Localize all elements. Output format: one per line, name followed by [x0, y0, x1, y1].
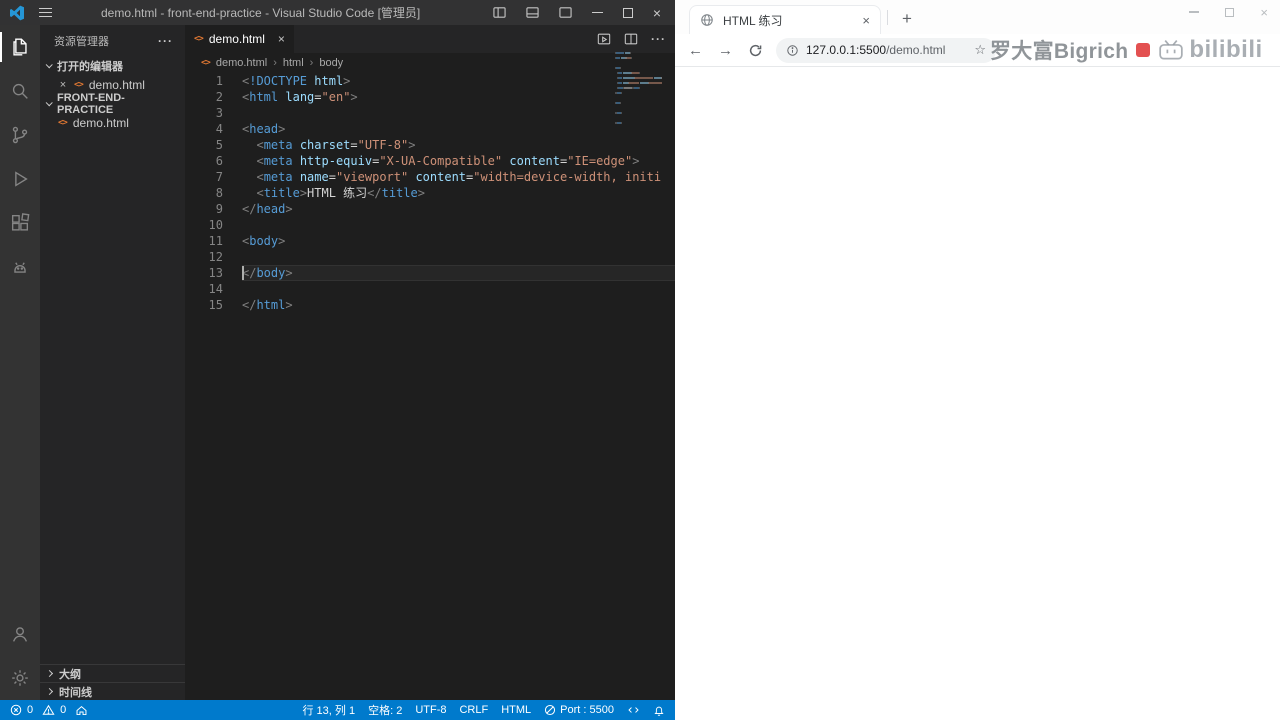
forward-button[interactable]: → [713, 38, 738, 63]
new-tab-button[interactable]: + [894, 6, 920, 32]
window-title: demo.html - front-end-practice - Visual … [101, 6, 421, 20]
breadcrumb[interactable]: <> demo.html › html › body [185, 53, 675, 73]
chevron-right-icon [45, 669, 54, 678]
language-mode[interactable]: HTML [501, 704, 531, 716]
tab-close-icon[interactable]: × [862, 13, 870, 28]
html-file-icon: <> [201, 58, 211, 68]
vscode-logo-icon [10, 5, 24, 20]
warning-count[interactable]: 0 [60, 704, 66, 716]
error-count[interactable]: 0 [27, 704, 33, 716]
html-file-icon: <> [74, 79, 84, 90]
source-control-icon[interactable] [0, 113, 40, 157]
activity-bar [0, 25, 40, 700]
open-editors-section[interactable]: 打开的编辑器 [40, 56, 185, 75]
split-layout-icon[interactable] [526, 6, 539, 19]
minimize-button[interactable] [591, 11, 603, 14]
browser-close-button[interactable]: × [1260, 5, 1268, 20]
close-button[interactable]: × [653, 6, 661, 20]
globe-favicon [701, 14, 713, 26]
url-text[interactable]: 127.0.0.1:5500/demo.html [806, 43, 945, 57]
customize-layout-icon[interactable] [559, 6, 572, 19]
minimap[interactable] [615, 52, 662, 127]
bookmark-star-icon[interactable]: ☆ [974, 42, 986, 58]
site-info-icon[interactable] [786, 44, 799, 57]
vscode-titlebar: demo.html - front-end-practice - Visual … [0, 0, 675, 25]
html-file-icon: <> [58, 117, 68, 128]
accounts-icon[interactable] [0, 612, 40, 656]
chevron-right-icon [45, 687, 54, 696]
editor-area: <> demo.html × ··· <> demo.html › html ›… [185, 25, 675, 700]
android-emulator-icon[interactable] [0, 245, 40, 289]
home-icon[interactable] [75, 704, 88, 717]
maximize-button[interactable] [622, 7, 633, 18]
browser-window: HTML 练习 × + × ← → 127.0.0.1:5500/demo.ht… [675, 0, 1280, 720]
browser-tab[interactable]: HTML 练习 × [689, 5, 881, 34]
errors-icon[interactable] [10, 704, 22, 716]
outline-pane-header[interactable]: 大纲 [40, 664, 185, 682]
browser-maximize-button[interactable] [1225, 7, 1235, 17]
screenshot-root: demo.html - front-end-practice - Visual … [0, 0, 1280, 720]
explorer-more-actions[interactable]: ··· [158, 34, 173, 48]
folder-section-front-end-practice[interactable]: FRONT-END-PRACTICE [40, 92, 185, 116]
reload-button[interactable] [743, 38, 768, 63]
cursor-position[interactable]: 行 13, 列 1 [303, 702, 356, 718]
editor-tab-bar: <> demo.html × ··· [185, 25, 675, 53]
search-icon[interactable] [0, 69, 40, 113]
breadcrumb-separator: › [273, 57, 277, 69]
explorer-header-label: 资源管理器 [54, 35, 109, 48]
breadcrumb-separator: › [309, 57, 314, 69]
chevron-down-icon [45, 61, 53, 69]
menu-icon[interactable] [37, 5, 53, 21]
tree-item-demo-html[interactable]: <> demo.html [40, 113, 185, 132]
chevron-down-icon [45, 99, 53, 107]
tab-close-icon[interactable]: × [278, 32, 285, 46]
eol-sequence[interactable]: CRLF [459, 704, 488, 716]
extensions-icon[interactable] [0, 201, 40, 245]
browser-tab-title: HTML 练习 [723, 13, 783, 28]
encoding[interactable]: UTF-8 [415, 704, 446, 716]
split-editor-icon[interactable] [624, 32, 638, 46]
settings-gear-icon[interactable] [0, 656, 40, 700]
tab-demo-html[interactable]: <> demo.html × [185, 25, 294, 53]
browser-toolbar: ← → 127.0.0.1:5500/demo.html ☆ [675, 34, 1280, 67]
browser-minimize-button[interactable] [1189, 11, 1200, 13]
explorer-sidebar: 资源管理器 ··· 打开的编辑器 × <> demo.html FRONT-EN… [40, 25, 185, 700]
vscode-window: demo.html - front-end-practice - Visual … [0, 0, 675, 720]
circle-slash-icon [545, 704, 556, 716]
open-preview-icon[interactable] [597, 32, 611, 46]
live-server-port[interactable]: Port : 5500 [544, 704, 614, 716]
line-numbers: 1 2 3 4 5 6 7 8 9 10 11 12 13 14 15 [208, 74, 223, 312]
close-editor-icon[interactable]: × [58, 79, 68, 91]
editor-more-actions[interactable]: ··· [651, 32, 666, 46]
code-editor[interactable]: 1 2 3 4 5 6 7 8 9 10 11 12 13 14 15 <!DOCTYPE html> <ht… [185, 73, 675, 700]
html-file-icon: <> [194, 34, 204, 44]
explorer-activity-icon[interactable] [0, 25, 40, 69]
indentation[interactable]: 空格: 2 [368, 702, 402, 718]
remote-icon[interactable] [627, 704, 640, 716]
back-button[interactable]: ← [683, 38, 708, 63]
run-debug-icon[interactable] [0, 157, 40, 201]
warnings-icon[interactable] [42, 704, 55, 716]
address-bar[interactable]: 127.0.0.1:5500/demo.html ☆ [776, 37, 996, 63]
code-lines[interactable]: <!DOCTYPE html> <html lang="en"> <head> <m… [223, 73, 675, 700]
status-bar: 0 0 行 13, 列 1 空格: 2 UTF-8 CRLF HTML Port… [0, 700, 675, 720]
bell-icon[interactable] [653, 704, 665, 717]
tab-separator [887, 10, 888, 25]
timeline-pane-header[interactable]: 时间线 [40, 682, 185, 700]
rendered-page [675, 68, 1280, 720]
browser-tab-strip: HTML 练习 × + × [675, 0, 1280, 34]
toggle-panel-icon[interactable] [493, 6, 506, 19]
